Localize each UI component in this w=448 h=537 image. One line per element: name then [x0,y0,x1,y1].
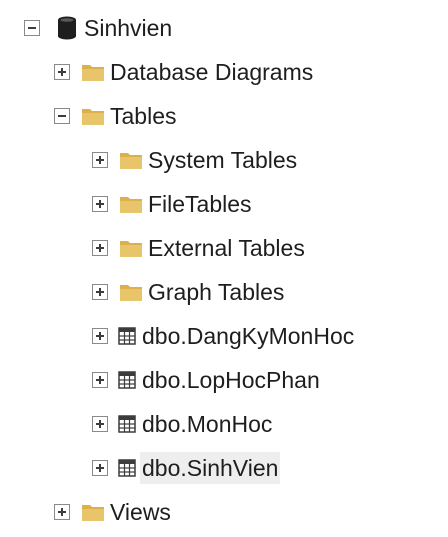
node-label: Tables [110,103,177,129]
expand-toggle-icon[interactable] [92,284,108,300]
node-label: FileTables [148,191,252,217]
folder-icon [116,282,146,302]
expand-toggle-icon[interactable] [92,196,108,212]
collapse-toggle-icon[interactable] [24,20,40,36]
tree-node-external-tables[interactable]: External Tables [92,230,307,266]
expand-toggle-icon[interactable] [92,240,108,256]
table-grid-icon [114,371,140,389]
expand-toggle-icon[interactable] [92,460,108,476]
folder-icon [116,150,146,170]
expand-toggle-icon[interactable] [92,152,108,168]
expand-toggle-icon[interactable] [92,372,108,388]
node-label: Sinhvien [84,15,173,41]
collapse-toggle-icon[interactable] [54,108,70,124]
tree-node-dbo-dangkymonhoc[interactable]: dbo.DangKyMonHoc [92,318,356,354]
folder-icon [78,62,108,82]
node-label: dbo.LopHocPhan [142,367,320,393]
node-label: Database Diagrams [110,59,314,85]
table-grid-icon [114,459,140,477]
tree-node-sinhvien[interactable]: Sinhvien [24,10,174,46]
folder-icon [78,502,108,522]
table-grid-icon [114,327,140,345]
tree-node-views[interactable]: Views [54,494,173,530]
expand-toggle-icon[interactable] [92,328,108,344]
tree-node-tables[interactable]: Tables [54,98,178,134]
folder-icon [116,238,146,258]
tree-node-graph-tables[interactable]: Graph Tables [92,274,286,310]
node-label: External Tables [148,235,305,261]
object-explorer-tree: Sinhvien Database Diagrams Tables System… [0,0,448,537]
tree-node-dbo-sinhvien[interactable]: dbo.SinhVien [92,450,281,486]
tree-node-database-diagrams[interactable]: Database Diagrams [54,54,315,90]
tree-node-dbo-lophocphan[interactable]: dbo.LopHocPhan [92,362,322,398]
expand-toggle-icon[interactable] [54,64,70,80]
folder-icon [116,194,146,214]
tree-node-filetables[interactable]: FileTables [92,186,254,222]
database-icon [52,16,82,40]
node-label: Graph Tables [148,279,285,305]
node-label: System Tables [148,147,298,173]
folder-icon [78,106,108,126]
expand-toggle-icon[interactable] [92,416,108,432]
table-grid-icon [114,415,140,433]
tree-node-system-tables[interactable]: System Tables [92,142,299,178]
node-label: dbo.MonHoc [142,411,273,437]
expand-toggle-icon[interactable] [54,504,70,520]
node-label: dbo.DangKyMonHoc [142,323,355,349]
tree-node-dbo-monhoc[interactable]: dbo.MonHoc [92,406,274,442]
node-label: Views [110,499,171,525]
node-label-selected: dbo.SinhVien [140,452,281,484]
